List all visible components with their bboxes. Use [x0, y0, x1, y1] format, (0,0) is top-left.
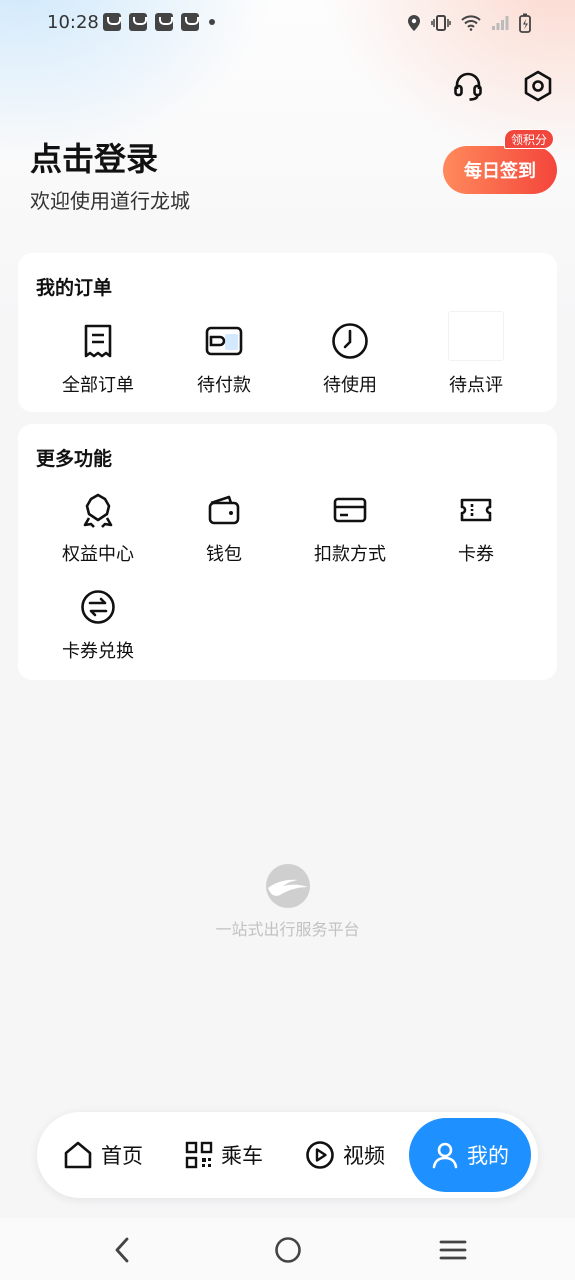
wallet-card-icon: [205, 326, 243, 356]
tab-home-label: 首页: [101, 1144, 143, 1168]
location-icon: [408, 15, 420, 31]
clock-icon: [332, 323, 368, 359]
orders-title: 我的订单: [36, 277, 113, 299]
settings-button[interactable]: [518, 66, 558, 106]
order-item-label: 待使用: [323, 375, 377, 396]
home-icon: [64, 1141, 92, 1169]
tab-mine-label: 我的: [467, 1144, 509, 1168]
more-notifications-dot: [209, 19, 215, 25]
function-item-label: 钱包: [206, 544, 242, 565]
function-item-coupon-exchange[interactable]: 卡券兑换: [38, 587, 158, 663]
user-icon: [432, 1142, 458, 1169]
back-icon: [115, 1237, 129, 1263]
signal-icon: [492, 16, 509, 30]
function-item-wallet[interactable]: 钱包: [164, 490, 284, 566]
order-item-label: 待点评: [449, 375, 503, 396]
wallet-icon: [208, 495, 240, 525]
circle-home-icon: [275, 1237, 301, 1263]
order-item-pending-payment[interactable]: 待付款: [164, 321, 284, 397]
back-button[interactable]: [104, 1232, 140, 1268]
tab-video[interactable]: 视频: [305, 1112, 385, 1198]
orders-card: 我的订单 全部订单 待付款 待使用 待点评: [18, 253, 557, 412]
brand-logo-icon: [265, 864, 310, 908]
order-item-pending-review[interactable]: 待点评: [416, 311, 536, 397]
tab-home[interactable]: 首页: [63, 1112, 143, 1198]
daily-checkin-label: 每日签到: [464, 161, 536, 182]
bottom-tab-bar: 首页 乘车 视频 我的: [37, 1112, 538, 1198]
tab-mine[interactable]: 我的: [409, 1118, 531, 1192]
qr-code-icon: [185, 1141, 213, 1169]
brand-slogan: 一站式出行服务平台: [215, 920, 360, 939]
daily-checkin-button[interactable]: 每日签到: [443, 146, 557, 194]
order-item-all[interactable]: 全部订单: [38, 321, 158, 397]
order-item-label: 全部订单: [62, 375, 134, 396]
gear-icon: [524, 70, 552, 102]
order-item-label: 待付款: [197, 375, 251, 396]
headset-icon: [454, 72, 482, 101]
status-time: 10:28: [47, 12, 99, 33]
receipt-icon: [84, 324, 112, 358]
play-icon: [306, 1141, 334, 1169]
notification-icons: [103, 13, 215, 31]
function-item-label: 卡券兑换: [62, 641, 134, 662]
function-item-payment-method[interactable]: 扣款方式: [290, 490, 410, 566]
function-item-label: 卡券: [458, 544, 494, 565]
more-functions-card: 更多功能 权益中心 钱包 扣款方式 卡券 卡券兑换: [18, 424, 557, 680]
shopping-bag-icon: [103, 13, 121, 31]
shopping-bag-icon: [129, 13, 147, 31]
login-title[interactable]: 点击登录: [30, 134, 158, 180]
battery-charging-icon: [519, 13, 531, 33]
system-navigation-bar: [0, 1218, 575, 1280]
vibrate-icon: [431, 15, 451, 31]
brand-footer: 一站式出行服务平台: [0, 862, 575, 940]
function-item-coupons[interactable]: 卡券: [416, 490, 536, 566]
menu-icon: [439, 1240, 467, 1260]
exchange-icon: [81, 590, 115, 624]
wifi-icon: [461, 15, 481, 31]
shopping-bag-icon: [155, 13, 173, 31]
customer-service-button[interactable]: [448, 66, 488, 106]
home-nav-button[interactable]: [270, 1232, 306, 1268]
function-item-label: 权益中心: [62, 544, 134, 565]
tab-ride[interactable]: 乘车: [185, 1112, 263, 1198]
function-item-label: 扣款方式: [314, 544, 386, 565]
card-icon: [333, 497, 367, 523]
system-icons: [407, 13, 531, 33]
tab-ride-label: 乘车: [221, 1144, 263, 1168]
more-functions-title: 更多功能: [36, 448, 113, 470]
shopping-bag-icon: [181, 13, 199, 31]
points-badge: 领积分: [504, 129, 555, 149]
ticket-icon: [460, 498, 492, 522]
status-bar: 10:28: [0, 0, 575, 48]
recents-button[interactable]: [435, 1232, 471, 1268]
tab-video-label: 视频: [343, 1144, 385, 1168]
blank-icon: [448, 311, 504, 361]
login-subtitle: 欢迎使用道行龙城: [30, 189, 190, 213]
function-item-benefits[interactable]: 权益中心: [38, 490, 158, 566]
order-item-pending-use[interactable]: 待使用: [290, 321, 410, 397]
badge-icon: [83, 493, 113, 528]
